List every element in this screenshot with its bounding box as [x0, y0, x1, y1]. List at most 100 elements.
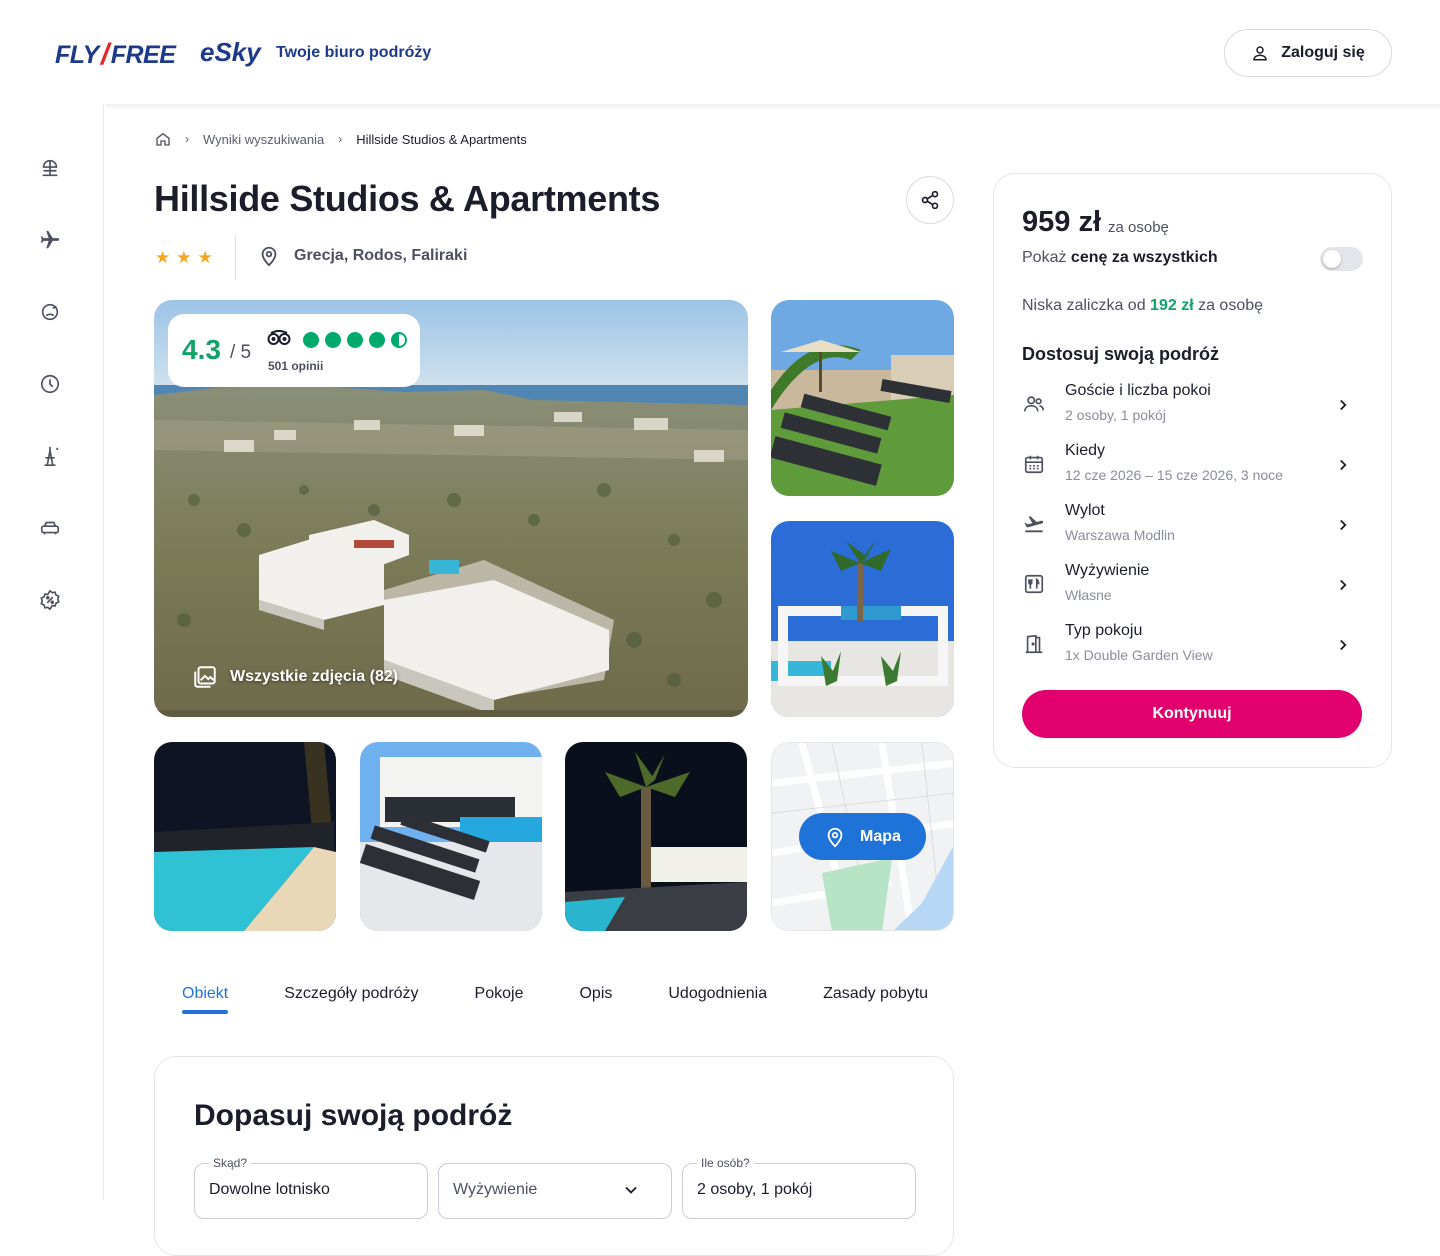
option-dates[interactable]: Kiedy 12 cze 2026 – 15 cze 2026, 3 noce — [1022, 442, 1364, 490]
bubble-full — [325, 332, 341, 348]
all-photos-button[interactable]: Wszystkie zdjęcia (82) — [192, 664, 398, 690]
location-pin-icon — [827, 827, 843, 847]
people-icon — [1022, 392, 1046, 416]
login-label: Zaloguj się — [1281, 44, 1365, 61]
total-price-toggle[interactable] — [1320, 247, 1363, 271]
eiffel-tower-icon[interactable] — [36, 442, 64, 470]
home-icon[interactable] — [155, 131, 171, 147]
departure-airport-field[interactable]: Skąd? Dowolne lotnisko — [194, 1156, 428, 1219]
tab-szczegoly-podrozy[interactable]: Szczegóły podróży — [256, 982, 446, 1018]
chevron-right-icon — [1340, 639, 1347, 651]
logo-free-text: FREE — [110, 40, 176, 69]
door-icon — [1022, 632, 1046, 656]
location-pin-icon — [261, 246, 277, 267]
sidebar — [0, 104, 104, 1200]
flyfree-logo[interactable]: FLY / FREE — [55, 38, 176, 72]
bubble-full — [369, 332, 385, 348]
chevron-right-icon — [1340, 459, 1347, 471]
rating-card[interactable]: 4.3 / 5 501 opinii — [168, 314, 420, 387]
calendar-icon — [1022, 452, 1046, 476]
logo-fly-text: FLY — [55, 40, 99, 69]
car-icon[interactable] — [36, 514, 64, 542]
field-label: Skąd? — [209, 1156, 252, 1170]
photo-palm-night[interactable] — [565, 742, 747, 931]
field-value: 2 osoby, 1 pokój — [697, 1181, 813, 1198]
review-count[interactable]: 501 opinii — [268, 359, 323, 373]
customize-title: Dostosuj swoją podróż — [1022, 344, 1220, 364]
photo-pool-night[interactable] — [154, 742, 336, 931]
continue-button[interactable]: Kontynuuj — [1022, 690, 1362, 738]
map-label: Mapa — [860, 827, 901, 845]
show-all-prefix: Pokaż — [1022, 249, 1071, 266]
board-select[interactable]: Wyżywienie — [438, 1163, 672, 1219]
bubble-full — [303, 332, 319, 348]
all-photos-label: Wszystkie zdjęcia (82) — [230, 668, 399, 685]
photo-pool-sunbeds[interactable] — [360, 742, 542, 931]
user-icon — [1253, 46, 1267, 61]
hotel-location[interactable]: Grecja, Rodos, Faliraki — [258, 245, 467, 267]
share-button[interactable] — [906, 176, 954, 224]
rating-score: 4.3 — [182, 334, 221, 365]
chevron-right-icon — [1340, 399, 1347, 411]
chevron-right-icon — [1340, 519, 1347, 531]
tab-udogodnienia[interactable]: Udogodnienia — [640, 982, 795, 1018]
airplane-icon[interactable] — [36, 226, 64, 254]
section-tabs: Obiekt Szczegóły podróży Pokoje Opis Udo… — [154, 982, 954, 1022]
option-guests-rooms[interactable]: Goście i liczba pokoi 2 osoby, 1 pokój — [1022, 382, 1364, 430]
top-bar: FLY / FREE eSky Twoje biuro podróży Zalogu… — [0, 0, 1440, 104]
field-value: Dowolne lotnisko — [209, 1181, 330, 1198]
star-icon: ★ — [155, 248, 171, 267]
option-room-type[interactable]: Typ pokoju 1x Double Garden View — [1022, 622, 1364, 670]
breadcrumb: › Wyniki wyszukiwania › Hillside Studios… — [155, 131, 527, 147]
option-title: Goście i liczba pokoi — [1065, 382, 1211, 399]
field-placeholder: Wyżywienie — [453, 1181, 538, 1198]
star-icon: ★ — [176, 248, 192, 267]
chevron-down-icon — [625, 1186, 637, 1194]
deposit-suffix: za osobę — [1193, 297, 1264, 314]
esky-logo[interactable]: eSky — [200, 37, 261, 68]
fork-knife-icon — [1022, 572, 1046, 596]
hotel-title: Hillside Studios & Apartments — [154, 178, 661, 219]
header-shadow — [105, 104, 1440, 110]
option-departure[interactable]: Wylot Warszawa Modlin — [1022, 502, 1364, 550]
guests-field[interactable]: Ile osób? 2 osoby, 1 pokój — [682, 1156, 916, 1219]
clock-icon[interactable] — [36, 370, 64, 398]
logo-esky-text: eSky — [200, 37, 261, 67]
option-title: Typ pokoju — [1065, 622, 1143, 639]
tripadvisor-bubbles — [303, 332, 407, 348]
tab-zasady-pobytu[interactable]: Zasady pobytu — [795, 982, 954, 1018]
option-value: 1x Double Garden View — [1065, 647, 1213, 663]
photo-palm-entrance[interactable] — [771, 521, 954, 717]
field-label: Ile osób? — [697, 1156, 754, 1170]
logo-slash: / — [100, 38, 109, 71]
photo-sunbeds-lawn[interactable] — [771, 300, 954, 496]
tripadvisor-owl-icon — [267, 330, 291, 345]
fit-trip-card: Dopasuj swoją podróż Skąd? Dowolne lotni… — [154, 1056, 954, 1256]
option-title: Kiedy — [1065, 442, 1106, 459]
island-icon[interactable] — [36, 298, 64, 326]
breadcrumb-results-link[interactable]: Wyniki wyszukiwania — [203, 132, 324, 147]
tab-obiekt[interactable]: Obiekt — [154, 982, 256, 1018]
star-icon: ★ — [197, 248, 213, 267]
option-board[interactable]: Wyżywienie Własne — [1022, 562, 1364, 610]
breadcrumb-separator: › — [185, 132, 189, 146]
rating-scale: / 5 — [230, 342, 252, 363]
fit-trip-title: Dopasuj swoją podróż — [194, 1099, 513, 1132]
tab-opis[interactable]: Opis — [551, 982, 640, 1018]
tagline: Twoje biuro podróży — [276, 44, 432, 61]
discount-badge-icon[interactable] — [36, 586, 64, 614]
map-button[interactable]: Mapa — [799, 813, 926, 860]
price-per-person: za osobę — [1108, 219, 1169, 236]
login-button[interactable]: Zaloguj się — [1224, 29, 1392, 77]
hotel-stars: ★ ★ ★ — [155, 248, 213, 268]
bubble-half — [391, 332, 407, 348]
breadcrumb-current: Hillside Studios & Apartments — [356, 131, 527, 147]
option-title: Wyżywienie — [1065, 562, 1150, 579]
beach-umbrella-icon[interactable] — [36, 154, 64, 182]
option-value: Własne — [1065, 587, 1112, 603]
deposit-amount: 192 zł — [1150, 297, 1194, 314]
divider — [235, 234, 236, 280]
tab-pokoje[interactable]: Pokoje — [447, 982, 552, 1018]
option-value: 12 cze 2026 – 15 cze 2026, 3 noce — [1065, 467, 1283, 483]
show-total-price-label: Pokaż cenę za wszystkich — [1022, 249, 1218, 267]
